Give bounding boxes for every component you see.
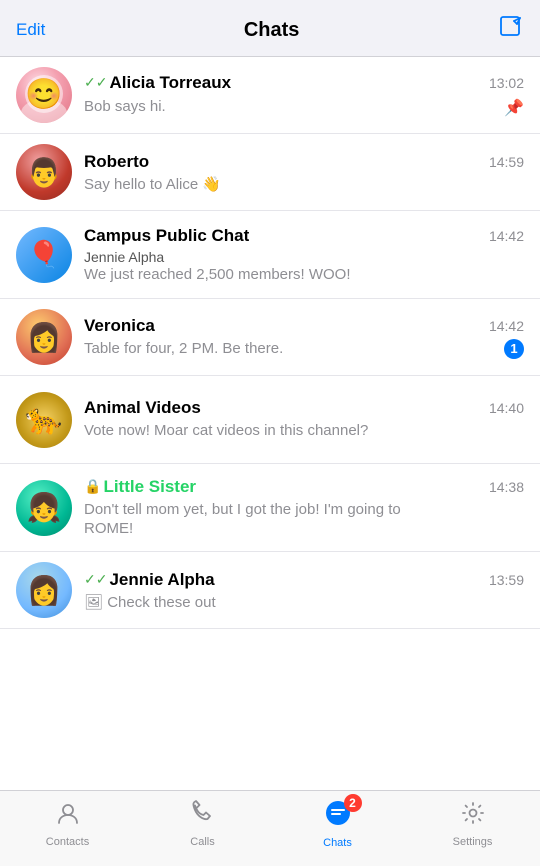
- chat-time-veronica: 14:42: [489, 318, 524, 334]
- chat-time-roberto: 14:59: [489, 154, 524, 170]
- chat-time-alicia: 13:02: [489, 75, 524, 91]
- chat-list: 😊 ✓✓ Alicia Torreaux 13:02 Bob says hi. …: [0, 57, 540, 790]
- chat-meta-veronica: 1: [504, 339, 524, 359]
- chat-content-jennie: ✓✓ Jennie Alpha 13:59 🖼 Check these out: [84, 570, 524, 611]
- unread-badge-veronica: 1: [504, 339, 524, 359]
- chat-content-roberto: Roberto 14:59 Say hello to Alice 👋: [84, 152, 524, 193]
- avatar-roberto: 👨: [16, 144, 72, 200]
- tab-calls[interactable]: Calls: [135, 800, 270, 848]
- chat-preview-sister: Don't tell mom yet, but I got the job! I…: [84, 500, 404, 539]
- chat-name-sister: Little Sister: [103, 477, 196, 497]
- chat-content-alicia: ✓✓ Alicia Torreaux 13:02 Bob says hi. 📌: [84, 73, 524, 118]
- chat-time-jennie: 13:59: [489, 572, 524, 588]
- tab-chats[interactable]: 2 Chats: [270, 799, 405, 849]
- calls-icon: [190, 800, 216, 833]
- avatar-alicia: 😊: [16, 67, 72, 123]
- tab-chats-badge: 2: [344, 794, 362, 812]
- read-check-jennie: ✓✓: [84, 571, 107, 588]
- chat-name-veronica: Veronica: [84, 316, 155, 336]
- chat-content-animal: Animal Videos 14:40 Vote now! Moar cat v…: [84, 398, 524, 441]
- chat-time-sister: 14:38: [489, 479, 524, 495]
- contacts-icon: [55, 800, 81, 833]
- tab-chats-label: Chats: [323, 837, 352, 849]
- settings-icon: [460, 800, 486, 833]
- chat-name-roberto: Roberto: [84, 152, 149, 172]
- avatar-veronica: 👩: [16, 309, 72, 365]
- lock-icon-sister: 🔒: [84, 478, 101, 495]
- tab-chats-badge-wrapper: 2: [324, 799, 352, 834]
- avatar-sister: 👧: [16, 480, 72, 536]
- chat-time-campus: 14:42: [489, 228, 524, 244]
- page-title: Chats: [244, 19, 300, 42]
- compose-icon[interactable]: [498, 14, 524, 46]
- chat-item-sister[interactable]: 👧 🔒 Little Sister 14:38 Don't tell mom y…: [0, 464, 540, 552]
- chat-content-veronica: Veronica 14:42 Table for four, 2 PM. Be …: [84, 316, 524, 359]
- chat-preview-roberto: Say hello to Alice 👋: [84, 175, 221, 193]
- chat-preview-veronica: Table for four, 2 PM. Be there.: [84, 340, 283, 357]
- chat-name-animal: Animal Videos: [84, 398, 201, 418]
- chat-time-animal: 14:40: [489, 400, 524, 416]
- chat-content-campus: Campus Public Chat 14:42 Jennie Alpha We…: [84, 226, 524, 284]
- chat-subname-campus: Jennie Alpha: [84, 249, 524, 265]
- avatar-jennie: 👩: [16, 562, 72, 618]
- chat-meta-alicia: 📌: [504, 96, 524, 118]
- chat-preview-jennie: 🖼 Check these out: [84, 593, 216, 611]
- chat-item-veronica[interactable]: 👩 Veronica 14:42 Table for four, 2 PM. B…: [0, 299, 540, 376]
- tab-settings[interactable]: Settings: [405, 800, 540, 848]
- chat-preview-campus: We just reached 2,500 members! WOO!: [84, 266, 351, 283]
- chat-name-jennie: Jennie Alpha: [109, 570, 214, 590]
- tab-settings-label: Settings: [453, 836, 493, 848]
- edit-button[interactable]: Edit: [16, 20, 45, 40]
- chat-item-roberto[interactable]: 👨 Roberto 14:59 Say hello to Alice 👋: [0, 134, 540, 211]
- tab-bar: Contacts Calls 2 Chats: [0, 790, 540, 866]
- header: Edit Chats: [0, 0, 540, 57]
- pin-icon-alicia: 📌: [504, 98, 524, 118]
- chat-item-animal[interactable]: 🐆 Animal Videos 14:40 Vote now! Moar cat…: [0, 376, 540, 464]
- chat-name-campus: Campus Public Chat: [84, 226, 249, 246]
- chat-name-alicia: Alicia Torreaux: [109, 73, 231, 93]
- avatar-campus: 🎈: [16, 227, 72, 283]
- chat-content-sister: 🔒 Little Sister 14:38 Don't tell mom yet…: [84, 477, 524, 539]
- chat-item-campus[interactable]: 🎈 Campus Public Chat 14:42 Jennie Alpha …: [0, 211, 540, 299]
- avatar-animal: 🐆: [16, 392, 72, 448]
- chat-preview-animal: Vote now! Moar cat videos in this channe…: [84, 421, 404, 441]
- read-check-alicia: ✓✓: [84, 74, 107, 91]
- chat-item-jennie[interactable]: 👩 ✓✓ Jennie Alpha 13:59 🖼 Check these ou…: [0, 552, 540, 629]
- tab-calls-label: Calls: [190, 836, 214, 848]
- chat-item-alicia[interactable]: 😊 ✓✓ Alicia Torreaux 13:02 Bob says hi. …: [0, 57, 540, 134]
- tab-contacts[interactable]: Contacts: [0, 800, 135, 848]
- tab-contacts-label: Contacts: [46, 836, 89, 848]
- chat-preview-alicia: Bob says hi.: [84, 98, 166, 115]
